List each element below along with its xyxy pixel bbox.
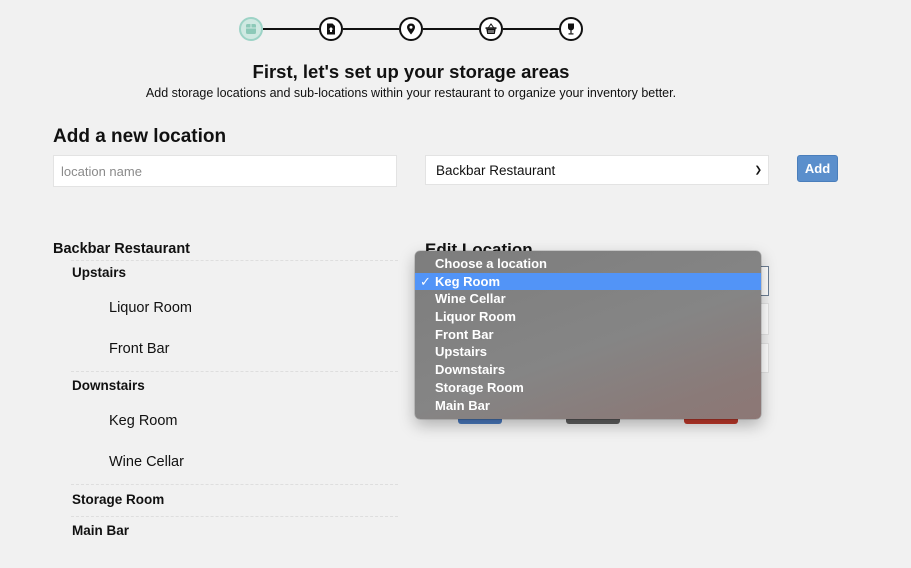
dropdown-option[interactable]: Main Bar (415, 397, 761, 415)
step-finish[interactable] (559, 17, 583, 41)
divider (71, 484, 398, 485)
storage-box-icon (246, 24, 256, 34)
dropdown-option[interactable]: Front Bar (415, 326, 761, 344)
option-label: Keg Room (435, 273, 500, 289)
tree-root[interactable]: Backbar Restaurant (53, 239, 398, 259)
dropdown-option[interactable]: Storage Room (415, 379, 761, 397)
dropdown-option[interactable]: Choose a location (415, 255, 761, 273)
divider (71, 371, 398, 372)
file-upload-icon (327, 23, 335, 35)
tree-item-storage-room[interactable]: Storage Room (72, 492, 164, 507)
wine-glass-icon (568, 23, 574, 35)
step-import[interactable] (319, 17, 343, 41)
location-tree: Backbar Restaurant Upstairs Liquor Room … (53, 239, 398, 538)
option-label: Choose a location (435, 256, 547, 271)
step-connector (423, 28, 479, 30)
new-location-name-input[interactable] (53, 155, 397, 187)
option-label: Main Bar (435, 397, 490, 413)
checkmark-icon: ✓ (420, 273, 431, 289)
option-label: Liquor Room (435, 309, 516, 325)
option-label: Front Bar (435, 326, 494, 342)
step-products[interactable] (479, 17, 503, 41)
add-location-title: Add a new location (53, 126, 227, 147)
setup-stepper (239, 17, 585, 41)
add-button[interactable]: Add (797, 155, 838, 182)
tree-item-upstairs[interactable]: Upstairs (72, 265, 126, 280)
chevron-down-icon: ❯ (754, 164, 762, 175)
page-subtitle: Add storage locations and sub-locations … (145, 86, 677, 100)
option-label: Wine Cellar (435, 291, 506, 307)
dropdown-option[interactable]: Upstairs (415, 343, 761, 361)
dropdown-option[interactable]: Wine Cellar (415, 290, 761, 308)
step-connector (503, 28, 560, 30)
new-location-parent-select[interactable]: Backbar Restaurant ❯ (425, 155, 769, 185)
option-label: Upstairs (435, 344, 488, 360)
step-connector (343, 28, 399, 30)
tree-item-downstairs[interactable]: Downstairs (72, 378, 145, 393)
page-title: First, let's set up your storage areas (252, 61, 570, 82)
selected-value: Backbar Restaurant (436, 162, 556, 178)
tree-item-liquor-room[interactable]: Liquor Room (109, 300, 192, 316)
shopping-basket-icon (485, 23, 497, 34)
map-pin-icon (407, 23, 415, 35)
divider (71, 516, 398, 517)
step-connector (263, 28, 319, 30)
tree-item-main-bar[interactable]: Main Bar (72, 523, 129, 538)
step-location[interactable] (399, 17, 423, 41)
divider (71, 260, 398, 261)
tree-item-keg-room[interactable]: Keg Room (109, 413, 178, 429)
dropdown-option-selected[interactable]: ✓ Keg Room (415, 272, 761, 291)
tree-item-front-bar[interactable]: Front Bar (109, 341, 169, 357)
location-dropdown-menu[interactable]: Choose a location ✓ Keg Room Wine Cellar … (415, 251, 761, 419)
tree-item-wine-cellar[interactable]: Wine Cellar (109, 454, 184, 470)
option-label: Downstairs (435, 362, 506, 378)
option-label: Storage Room (435, 379, 524, 395)
dropdown-option[interactable]: Liquor Room (415, 308, 761, 326)
dropdown-option[interactable]: Downstairs (415, 361, 761, 379)
step-storage[interactable] (239, 17, 263, 41)
